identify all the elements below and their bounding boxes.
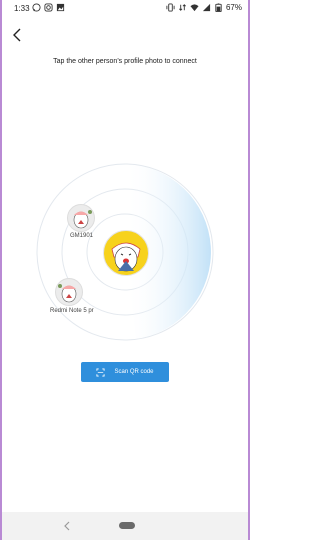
device-photo-icon [73, 210, 92, 229]
notification-icons [32, 3, 65, 12]
self-avatar [103, 230, 149, 276]
device-label: GM1901 [70, 233, 94, 239]
vibrate-icon [166, 3, 175, 12]
device-avatar[interactable] [67, 204, 95, 232]
nav-back-icon[interactable] [62, 520, 72, 532]
whatsapp-icon [32, 3, 41, 12]
screenshot-border-left [0, 0, 2, 540]
scan-qr-icon [96, 367, 106, 377]
battery-percent: 67% [225, 3, 242, 12]
scan-qr-button[interactable]: Scan QR code [81, 362, 169, 382]
wifi-icon [190, 4, 199, 12]
battery-icon [215, 3, 222, 12]
mascot-icon [111, 242, 141, 272]
device-label: Redmi Note 5 pr [50, 308, 94, 314]
system-nav-bar [2, 512, 248, 540]
status-time: 1:33 [14, 4, 30, 13]
screenshot-border-right [248, 0, 250, 540]
signal-icon [202, 3, 211, 12]
home-pill[interactable] [119, 522, 135, 529]
device-avatar[interactable] [55, 278, 83, 306]
back-arrow-icon[interactable] [8, 25, 26, 45]
connect-instruction: Tap the other person's profile photo to … [53, 58, 197, 65]
status-bar: 1:33 67% [2, 0, 248, 20]
instagram-icon [44, 3, 53, 12]
system-icons: 67% [166, 3, 242, 12]
device-photo-icon [58, 284, 77, 303]
data-icon [179, 4, 186, 11]
gallery-icon [56, 3, 65, 12]
scan-qr-label: Scan QR code [114, 369, 154, 375]
